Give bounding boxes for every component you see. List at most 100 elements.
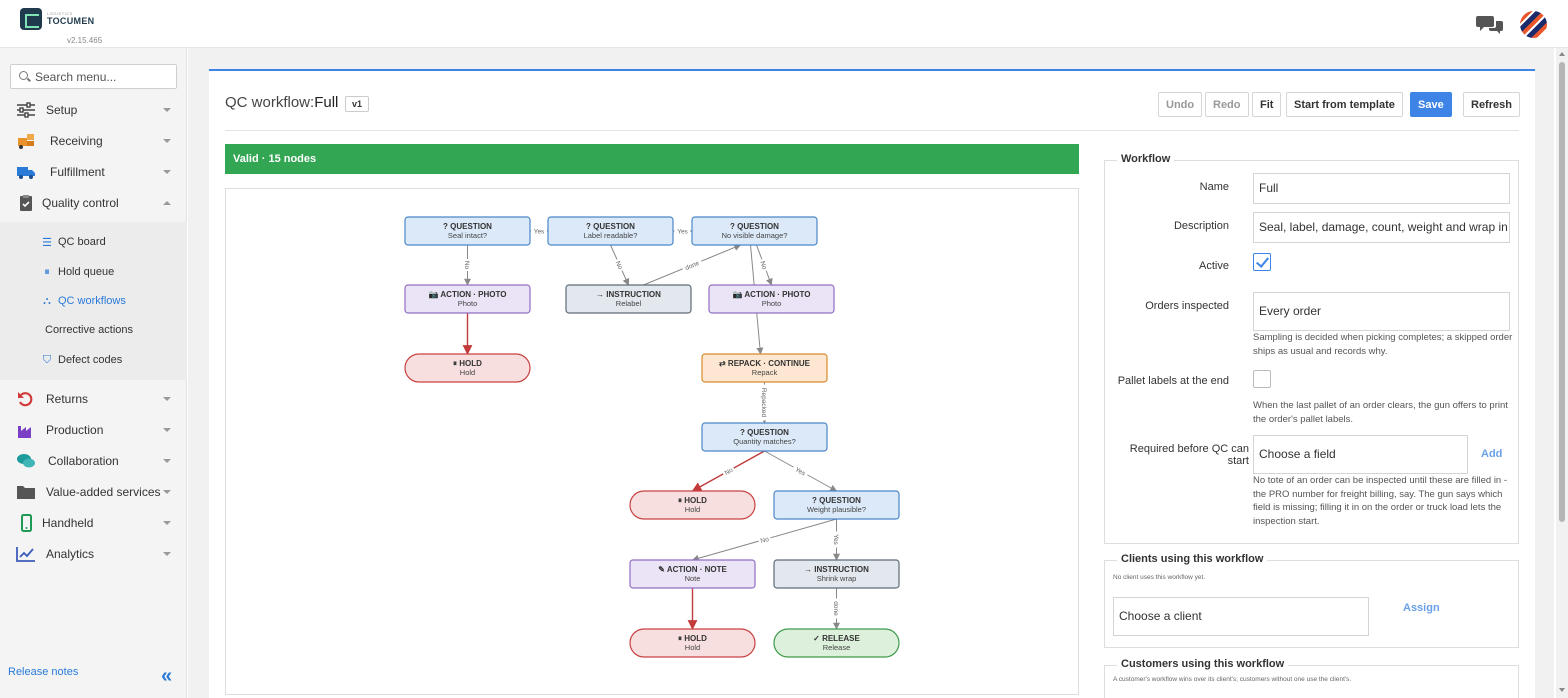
sidebar-item-production[interactable]: Production xyxy=(0,414,187,445)
name-label: Name xyxy=(1199,181,1229,193)
customers-note-text: A customer's workflow wins over its clie… xyxy=(1113,676,1352,683)
pause-circle-icon: ⏸ xyxy=(44,265,50,278)
workflow-node-instruction[interactable]: → INSTRUCTIONRelabel xyxy=(565,284,692,314)
client-select[interactable]: Choose a client xyxy=(1113,597,1369,636)
workflow-node-hold[interactable]: ⏸ HOLDHold xyxy=(629,628,756,658)
workflow-node-question[interactable]: ? QUESTIONNo visible damage? xyxy=(691,216,818,246)
sidebar-subitem-hold-queue[interactable]: ⏸ Hold queue xyxy=(40,262,114,282)
sidebar-subitem-defect-codes[interactable]: ⛉ Defect codes xyxy=(40,350,122,370)
tags-icon: ⛉ xyxy=(42,353,52,366)
edge-label: Yes xyxy=(791,463,810,479)
sidebar-subitem-qc-board[interactable]: ☰ QC board xyxy=(40,232,106,252)
search-input[interactable] xyxy=(35,68,173,86)
node-text: Label readable? xyxy=(584,231,638,240)
sidebar-item-returns[interactable]: Returns xyxy=(0,383,187,414)
sidebar-item-label: Handheld xyxy=(42,515,94,530)
workflow-node-release[interactable]: ✓ RELEASERelease xyxy=(773,628,900,658)
assign-client-button[interactable]: Assign xyxy=(1403,602,1440,614)
truck-boxes-icon xyxy=(18,133,34,149)
chat-icon xyxy=(17,453,35,467)
workflow-node-question[interactable]: ? QUESTIONWeight plausible? xyxy=(773,490,900,520)
node-type-label: ✎ ACTION · NOTE xyxy=(658,565,727,574)
sidebar-item-fulfillment[interactable]: Fulfillment xyxy=(0,156,187,187)
workflow-diagram[interactable]: YesYesNoNodoneNoYesRepackedNoYesNoYesdon… xyxy=(226,189,1078,694)
user-avatar[interactable] xyxy=(1520,11,1547,38)
sidebar-subitem-corrective-actions[interactable]: Corrective actions xyxy=(45,320,133,340)
workflow-node-repack[interactable]: ⇄ REPACK · CONTINUERepack xyxy=(701,353,828,383)
edge-label: done xyxy=(681,257,703,273)
search-icon xyxy=(19,71,28,80)
edge-label: No xyxy=(613,257,626,273)
return-arrow-icon xyxy=(18,391,33,406)
chat-bubbles-icon[interactable] xyxy=(1476,13,1504,35)
header-divider xyxy=(225,130,1519,131)
app-version: v2.15.465 xyxy=(67,36,103,45)
sidebar-item-handheld[interactable]: Handheld xyxy=(0,507,187,538)
line-chart-icon xyxy=(16,546,35,562)
workflow-node-instruction[interactable]: → INSTRUCTIONShrink wrap xyxy=(773,559,900,589)
description-field[interactable]: Seal, label, damage, count, weight and w… xyxy=(1253,212,1510,243)
folder-icon xyxy=(17,485,35,499)
redo-button[interactable]: Redo xyxy=(1205,92,1249,117)
sidebar-subitem-qc-workflows[interactable]: ⛬ QC workflows xyxy=(40,291,126,311)
sidebar-item-setup[interactable]: Setup xyxy=(0,94,187,125)
pallet-labels-checkbox[interactable] xyxy=(1253,370,1271,388)
workflow-node-question[interactable]: ? QUESTIONSeal intact? xyxy=(404,216,531,246)
scroll-up-arrow-icon[interactable] xyxy=(1559,52,1565,56)
required-field-select[interactable]: Choose a field xyxy=(1253,435,1468,474)
scrollbar-thumb[interactable] xyxy=(1559,62,1565,522)
svg-text:No: No xyxy=(463,261,470,270)
sidebar-item-collaboration[interactable]: Collaboration xyxy=(0,445,187,476)
sidebar-search[interactable] xyxy=(10,64,177,89)
name-field[interactable]: Full xyxy=(1253,173,1510,204)
fit-button[interactable]: Fit xyxy=(1252,92,1282,117)
active-checkbox[interactable] xyxy=(1253,253,1271,271)
save-button[interactable]: Save xyxy=(1410,92,1452,117)
sidebar-item-label: Receiving xyxy=(50,133,103,148)
refresh-button[interactable]: Refresh xyxy=(1463,92,1520,117)
sidebar-subitem-label: Defect codes xyxy=(58,354,123,366)
edge-label: Repacked xyxy=(760,384,769,421)
double-chevron-left-icon[interactable]: « xyxy=(161,666,172,686)
workflow-node-hold[interactable]: ⏸ HOLDHold xyxy=(629,490,756,520)
edge-label: No xyxy=(758,257,770,273)
brand-name[interactable]: TOCUMEN xyxy=(47,16,94,26)
scroll-down-arrow-icon[interactable] xyxy=(1559,688,1565,692)
workflow-node-action[interactable]: 📷 ACTION · PHOTOPhoto xyxy=(404,284,531,314)
page-scrollbar[interactable] xyxy=(1556,48,1568,698)
sidebar: Setup Receiving Fulfillment Quality cont… xyxy=(0,48,187,698)
edge-label: No xyxy=(757,534,772,545)
node-text: Photo xyxy=(762,299,782,308)
workflow-node-action[interactable]: ✎ ACTION · NOTENote xyxy=(629,559,756,589)
workflow-node-action[interactable]: 📷 ACTION · PHOTOPhoto xyxy=(708,284,835,314)
sidebar-item-analytics[interactable]: Analytics xyxy=(0,538,187,569)
factory-icon xyxy=(18,425,31,438)
list-icon: ☰ xyxy=(42,236,52,249)
sidebar-item-value-added-services[interactable]: Value-added services xyxy=(0,476,187,507)
sidebar-subitem-label: QC board xyxy=(58,236,106,248)
workflow-node-question[interactable]: ? QUESTIONLabel readable? xyxy=(547,216,674,246)
chevron-down-icon xyxy=(163,427,171,432)
node-text: Quantity matches? xyxy=(733,437,796,446)
workflow-canvas[interactable]: YesYesNoNodoneNoYesRepackedNoYesNoYesdon… xyxy=(225,188,1079,695)
sidebar-item-quality-control[interactable]: Quality control xyxy=(0,187,187,218)
pallet-labels-help: When the last pallet of an order clears,… xyxy=(1253,400,1508,425)
workflow-node-hold[interactable]: ⏸ HOLDHold xyxy=(404,353,531,383)
undo-button[interactable]: Undo xyxy=(1158,92,1203,117)
sidebar-item-receiving[interactable]: Receiving xyxy=(0,125,187,156)
chevron-down-icon xyxy=(163,169,171,174)
customers-legend: Customers using this workflow xyxy=(1117,658,1289,670)
orders-inspected-select[interactable]: Every order xyxy=(1253,292,1510,331)
svg-text:Yes: Yes xyxy=(677,229,688,236)
start-from-template-button[interactable]: Start from template xyxy=(1286,92,1403,117)
add-required-field-button[interactable]: Add xyxy=(1481,448,1502,460)
node-type-label: ? QUESTION xyxy=(443,222,492,231)
node-text: Repack xyxy=(752,368,778,377)
workflow-node-question[interactable]: ? QUESTIONQuantity matches? xyxy=(701,422,828,452)
validation-status-bar: Valid · 15 nodes xyxy=(225,144,1079,174)
logo-icon[interactable] xyxy=(20,8,42,30)
chevron-down-icon xyxy=(163,138,171,143)
node-type-label: ? QUESTION xyxy=(812,496,861,505)
edge-label: No xyxy=(463,259,472,271)
release-notes-link[interactable]: Release notes xyxy=(8,666,78,678)
